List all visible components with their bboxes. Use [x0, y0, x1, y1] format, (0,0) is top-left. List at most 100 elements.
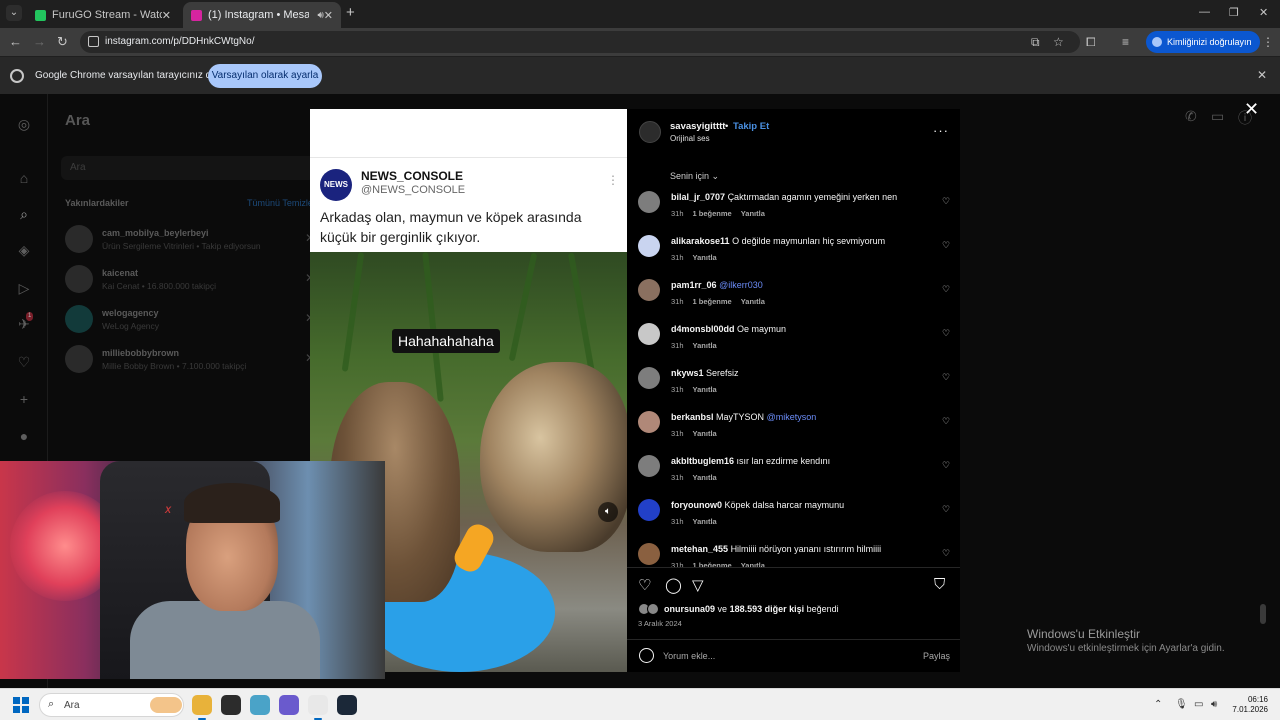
- comment-like-heart-icon[interactable]: ♡: [942, 460, 950, 471]
- taskbar-clock[interactable]: 06:16 7.01.2026: [1228, 695, 1268, 715]
- reply-button[interactable]: Yanıtla: [693, 253, 717, 262]
- heart-icon[interactable]: ♡: [16, 354, 32, 370]
- comment-like-heart-icon[interactable]: ♡: [942, 284, 950, 295]
- record-app-icon[interactable]: [221, 695, 241, 715]
- forward-icon[interactable]: →: [33, 34, 46, 50]
- comment-sort-dropdown[interactable]: Senin için ⌄: [670, 171, 719, 182]
- reply-button[interactable]: Yanıtla: [693, 517, 717, 526]
- chrome-app-icon[interactable]: [192, 695, 212, 720]
- menu-kebab-icon[interactable]: ⋮: [1262, 35, 1274, 49]
- commenter-avatar[interactable]: [638, 323, 660, 345]
- reply-button[interactable]: Yanıtla: [741, 209, 765, 218]
- commenter-username[interactable]: d4monsbl00dd: [671, 324, 735, 334]
- commenter-username[interactable]: akbltbuglem16: [671, 456, 734, 466]
- profile-verify-button[interactable]: Kimliğinizi doğrulayın: [1146, 31, 1260, 53]
- reels-icon[interactable]: ▷: [16, 280, 32, 296]
- extensions-icon[interactable]: ⧠: [1086, 35, 1096, 49]
- comment-like-heart-icon[interactable]: ♡: [942, 416, 950, 427]
- comment-like-heart-icon[interactable]: ♡: [942, 504, 950, 515]
- recent-user-item[interactable]: cam_mobilya_beylerbeyi Ürün Sergileme Vi…: [65, 225, 315, 255]
- media-controls-icon[interactable]: ≡: [1122, 35, 1129, 49]
- commenter-avatar[interactable]: [638, 235, 660, 257]
- restore-icon[interactable]: ❐: [1229, 6, 1239, 19]
- steam-app-icon[interactable]: [337, 695, 357, 715]
- recent-user-item[interactable]: milliebobbybrown Millie Bobby Brown • 7.…: [65, 345, 315, 375]
- window-close-icon[interactable]: ✕: [1259, 6, 1268, 19]
- messages-icon[interactable]: ✈︎ 1: [16, 312, 34, 332]
- comment-input[interactable]: [663, 646, 903, 666]
- commenter-username[interactable]: metehan_455: [671, 544, 728, 554]
- volume-icon[interactable]: 🔊︎: [1211, 699, 1217, 710]
- phone-call-icon[interactable]: ✆: [1185, 108, 1197, 125]
- comments-list[interactable]: bilal_jr_0707 Çaktırmadan agamın yemeğin…: [627, 189, 960, 567]
- clear-all-link[interactable]: Tümünü Temizle: [247, 198, 313, 208]
- tab-instagram[interactable]: (1) Instagram • Mesajlar 🔊︎ ✕: [183, 2, 341, 28]
- reply-button[interactable]: Yanıtla: [693, 473, 717, 482]
- tab-close-icon[interactable]: ✕: [324, 9, 333, 22]
- author-avatar[interactable]: [639, 121, 661, 143]
- network-app-icon[interactable]: [250, 695, 270, 715]
- commenter-username[interactable]: bilal_jr_0707: [671, 192, 725, 202]
- comment-mention[interactable]: @ilkerr030: [719, 280, 763, 290]
- modal-close-icon[interactable]: ✕: [1244, 100, 1259, 118]
- create-icon[interactable]: +: [16, 391, 32, 407]
- comment-like-heart-icon[interactable]: ♡: [942, 240, 950, 251]
- page-scrollbar[interactable]: [1260, 604, 1266, 624]
- like-heart-icon[interactable]: ♡: [638, 576, 651, 594]
- comment-likes[interactable]: 1 beğenme: [693, 209, 732, 218]
- explore-icon[interactable]: ◈: [16, 242, 32, 258]
- reload-icon[interactable]: ↻: [57, 34, 68, 50]
- reply-button[interactable]: Yanıtla: [693, 341, 717, 350]
- video-call-icon[interactable]: ▭: [1211, 108, 1224, 125]
- commenter-username[interactable]: berkanbsl: [671, 412, 714, 422]
- search-icon[interactable]: ⌕: [16, 206, 32, 222]
- editor-app-icon[interactable]: [308, 695, 328, 720]
- tab-furugo[interactable]: FuruGO Stream - Watch Live on ✕: [27, 2, 179, 28]
- commenter-username[interactable]: pam1rr_06: [671, 280, 717, 290]
- reply-button[interactable]: Yanıtla: [693, 429, 717, 438]
- commenter-username[interactable]: foryounow0: [671, 500, 722, 510]
- save-bookmark-icon[interactable]: ⛉: [934, 576, 945, 593]
- address-bar[interactable]: instagram.com/p/DDHnkCWtgNo/: [80, 31, 1080, 53]
- tab-close-icon[interactable]: ✕: [162, 9, 171, 22]
- discord-app-icon[interactable]: [279, 695, 299, 715]
- set-default-button[interactable]: Varsayılan olarak ayarla: [208, 64, 322, 88]
- recent-user-item[interactable]: kaicenat Kai Cenat • 16.800.000 takipçi …: [65, 265, 315, 295]
- commenter-avatar[interactable]: [638, 499, 660, 521]
- more-options-icon[interactable]: ···: [933, 123, 949, 138]
- reply-button[interactable]: Yanıtla: [693, 385, 717, 394]
- likes-summary[interactable]: onursuna09 ve 188.593 diğer kişi beğendi: [664, 604, 839, 614]
- taskbar-search[interactable]: ⌕ Ara: [39, 693, 184, 717]
- minimize-icon[interactable]: —: [1199, 6, 1210, 18]
- site-info-icon[interactable]: [88, 36, 99, 47]
- commenter-avatar[interactable]: [638, 191, 660, 213]
- audio-label[interactable]: Orijinal ses: [670, 134, 710, 143]
- share-icon[interactable]: ▽: [692, 576, 704, 594]
- recent-user-item[interactable]: welogagency WeLog Agency ✕: [65, 305, 315, 335]
- post-comment-button[interactable]: Paylaş: [923, 651, 950, 661]
- commenter-avatar[interactable]: [638, 411, 660, 433]
- search-input[interactable]: Ara: [61, 156, 315, 180]
- comment-icon[interactable]: ◯: [665, 576, 682, 594]
- microphone-icon[interactable]: 🎙︎: [1175, 699, 1188, 710]
- comment-like-heart-icon[interactable]: ♡: [942, 372, 950, 383]
- commenter-username[interactable]: nkyws1: [671, 368, 704, 378]
- commenter-username[interactable]: alikarakose11: [671, 236, 730, 246]
- mute-icon[interactable]: 🔈︎: [598, 502, 618, 522]
- comment-likes[interactable]: 1 beğenme: [693, 297, 732, 306]
- windows-start-icon[interactable]: [13, 697, 29, 713]
- author-username[interactable]: savasyigitttt: [670, 121, 725, 132]
- commenter-avatar[interactable]: [638, 367, 660, 389]
- profile-avatar-icon[interactable]: ●: [16, 428, 32, 444]
- comment-like-heart-icon[interactable]: ♡: [942, 196, 950, 207]
- reply-button[interactable]: Yanıtla: [741, 297, 765, 306]
- install-app-icon[interactable]: ⧉: [1031, 35, 1040, 49]
- back-icon[interactable]: ←: [9, 34, 22, 50]
- follow-button[interactable]: Takip Et: [733, 121, 769, 132]
- comment-mention[interactable]: @miketyson: [767, 412, 817, 422]
- network-icon[interactable]: ▭: [1194, 699, 1203, 710]
- instagram-logo-icon[interactable]: ◎: [16, 116, 32, 132]
- infobar-close-icon[interactable]: ✕: [1257, 68, 1267, 82]
- tray-chevron-icon[interactable]: ⌃: [1154, 699, 1162, 710]
- home-icon[interactable]: ⌂: [16, 170, 32, 186]
